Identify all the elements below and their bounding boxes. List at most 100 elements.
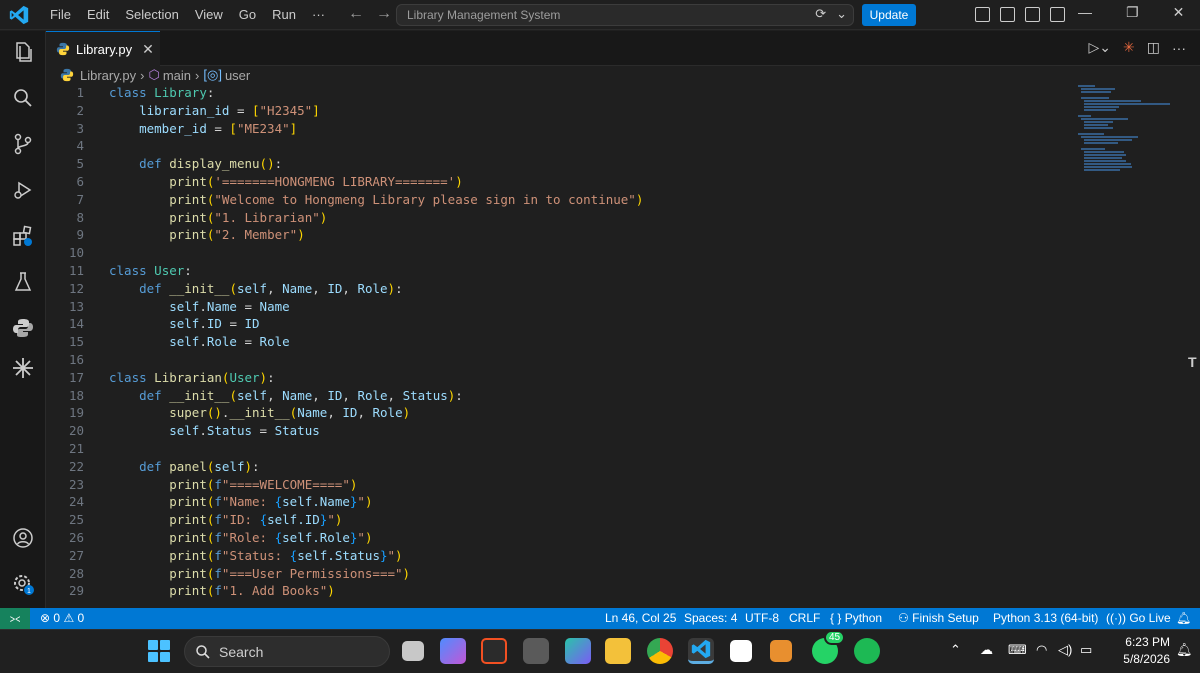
code-area[interactable]: class Library: librarian_id = ["H2345"] …	[109, 84, 643, 600]
copilot-icon[interactable]: ⟳	[815, 6, 826, 22]
start-windows-icon[interactable]	[148, 640, 170, 662]
taskbar-search[interactable]: Search	[184, 636, 390, 667]
code-line[interactable]: def __init__(self, Name, ID, Role):	[109, 280, 643, 298]
copilot-app-icon[interactable]	[440, 638, 466, 664]
menu-go[interactable]: Go	[231, 0, 264, 30]
code-line[interactable]: self.Status = Status	[109, 422, 643, 440]
notification-bell-icon[interactable]: 🔔︎	[1176, 642, 1193, 658]
more-actions-icon[interactable]: ···	[1172, 40, 1186, 56]
copilot-sparkle-tab-icon[interactable]: ✳	[1123, 39, 1135, 56]
tab-library-py[interactable]: Library.py ✕	[46, 31, 160, 66]
code-line[interactable]: print(f"1. Add Books")	[109, 582, 643, 600]
keyboard-icon[interactable]: ⌨	[1008, 642, 1027, 658]
breadcrumb-symbol-main[interactable]: main	[163, 68, 191, 83]
python-icon[interactable]	[10, 315, 36, 341]
vscode-taskbar-icon[interactable]	[688, 638, 714, 664]
vscode-logo-icon[interactable]	[8, 4, 30, 26]
accounts-icon[interactable]	[10, 525, 36, 551]
notifications-bell-icon[interactable]: 🔔︎	[1176, 608, 1191, 629]
code-line[interactable]: def display_menu():	[109, 155, 643, 173]
extensions-icon[interactable]	[10, 223, 36, 249]
code-line[interactable]: def __init__(self, Name, ID, Role, Statu…	[109, 387, 643, 405]
code-line[interactable]: print("2. Member")	[109, 226, 643, 244]
camera-icon[interactable]	[523, 638, 549, 664]
code-line[interactable]	[109, 244, 643, 262]
code-line[interactable]: print(f"ID: {self.ID}")	[109, 511, 643, 529]
finish-setup[interactable]: ⚇ Finish Setup	[898, 608, 979, 629]
toggle-primary-sidebar-icon[interactable]	[1000, 7, 1015, 22]
show-hidden-icons-chevron-icon[interactable]: ⌃	[950, 642, 961, 658]
chevron-down-icon[interactable]: ⌄	[836, 6, 847, 22]
split-editor-icon[interactable]: ◫	[1147, 39, 1160, 56]
menu-edit[interactable]: Edit	[79, 0, 117, 30]
close-icon[interactable]: ✕	[1173, 4, 1185, 21]
code-line[interactable]: print(f"Name: {self.Name}")	[109, 493, 643, 511]
indentation[interactable]: Spaces: 4	[684, 608, 737, 629]
code-line[interactable]: print("Welcome to Hongmeng Library pleas…	[109, 191, 643, 209]
wifi-icon[interactable]: ◠	[1036, 642, 1047, 658]
media-player-icon[interactable]	[770, 640, 792, 662]
search-icon[interactable]	[10, 85, 36, 111]
problems-indicator[interactable]: ⊗ 0 ⚠ 0	[40, 608, 84, 629]
onedrive-cloud-icon[interactable]: ☁	[980, 642, 993, 658]
code-line[interactable]: print(f"===User Permissions===")	[109, 565, 643, 583]
source-control-icon[interactable]	[10, 131, 36, 157]
command-center[interactable]: Library Management System ⟳ ⌄	[396, 4, 854, 26]
menu-selection[interactable]: Selection	[117, 0, 186, 30]
breadcrumb-file[interactable]: Library.py	[80, 68, 136, 83]
code-line[interactable]: class Library:	[109, 84, 643, 102]
battery-icon[interactable]: ▭	[1080, 642, 1092, 658]
breadcrumb-symbol-user[interactable]: user	[225, 68, 250, 83]
encoding[interactable]: UTF-8	[745, 608, 779, 629]
code-line[interactable]: print(f"====WELCOME====")	[109, 476, 643, 494]
code-line[interactable]: self.ID = ID	[109, 315, 643, 333]
minimap[interactable]	[1078, 84, 1188, 204]
copilot-sparkle-icon[interactable]	[10, 355, 36, 381]
anthropic-app-icon[interactable]	[730, 640, 752, 662]
whatsapp-icon[interactable]: 45	[812, 630, 846, 664]
testing-flask-icon[interactable]	[10, 269, 36, 295]
run-file-icon[interactable]: ▷⌄	[1089, 39, 1112, 56]
menu-view[interactable]: View	[187, 0, 231, 30]
code-line[interactable]: self.Role = Role	[109, 333, 643, 351]
code-line[interactable]: self.Name = Name	[109, 298, 643, 316]
manage-gear-icon[interactable]: 1	[10, 571, 36, 597]
close-tab-icon[interactable]: ✕	[142, 41, 154, 58]
forward-arrow-icon[interactable]: →	[376, 5, 392, 23]
minimize-icon[interactable]: —	[1078, 4, 1092, 21]
update-button[interactable]: Update	[862, 4, 916, 26]
code-line[interactable]: def panel(self):	[109, 458, 643, 476]
toggle-panel-icon[interactable]	[1025, 7, 1040, 22]
code-line[interactable]: member_id = ["ME234"]	[109, 120, 643, 138]
customize-layout-icon[interactable]	[975, 7, 990, 22]
go-live[interactable]: ((·)) Go Live	[1106, 608, 1171, 629]
language-mode[interactable]: { } Python	[830, 608, 882, 629]
code-line[interactable]	[109, 351, 643, 369]
code-line[interactable]: librarian_id = ["H2345"]	[109, 102, 643, 120]
explorer-icon[interactable]	[10, 39, 36, 65]
restore-icon[interactable]: ❐	[1126, 4, 1139, 21]
file-explorer-icon[interactable]	[605, 638, 631, 664]
scrollbar-marker[interactable]: T	[1188, 354, 1198, 370]
microsoft-store-icon[interactable]	[481, 638, 507, 664]
remote-indicator-icon[interactable]: ⪥	[0, 608, 30, 629]
menu-file[interactable]: File	[42, 0, 79, 30]
code-line[interactable]	[109, 440, 643, 458]
code-line[interactable]: print("1. Librarian")	[109, 209, 643, 227]
code-line[interactable]: class User:	[109, 262, 643, 280]
code-line[interactable]: super().__init__(Name, ID, Role)	[109, 404, 643, 422]
line-ending[interactable]: CRLF	[789, 608, 820, 629]
code-editor[interactable]: 1 2 3 4 5 6 7 8 9 10 11 12 13 14 15 16 17 18 19 20 21 22 23 24 2…	[46, 84, 1200, 608]
spotify-icon[interactable]	[854, 638, 880, 664]
volume-icon[interactable]: ◁)	[1058, 642, 1072, 658]
system-clock[interactable]: 6:23 PM 5/8/2026	[1100, 634, 1170, 668]
chrome-icon[interactable]	[647, 638, 673, 664]
cursor-position[interactable]: Ln 46, Col 25	[605, 608, 676, 629]
python-interpreter[interactable]: Python 3.13 (64-bit)	[993, 608, 1098, 629]
back-arrow-icon[interactable]: ←	[348, 5, 364, 23]
menu-run[interactable]: Run	[264, 0, 304, 30]
code-line[interactable]	[109, 137, 643, 155]
task-view-icon[interactable]	[402, 641, 424, 661]
code-line[interactable]: print('=======HONGMENG LIBRARY=======')	[109, 173, 643, 191]
toggle-secondary-sidebar-icon[interactable]	[1050, 7, 1065, 22]
